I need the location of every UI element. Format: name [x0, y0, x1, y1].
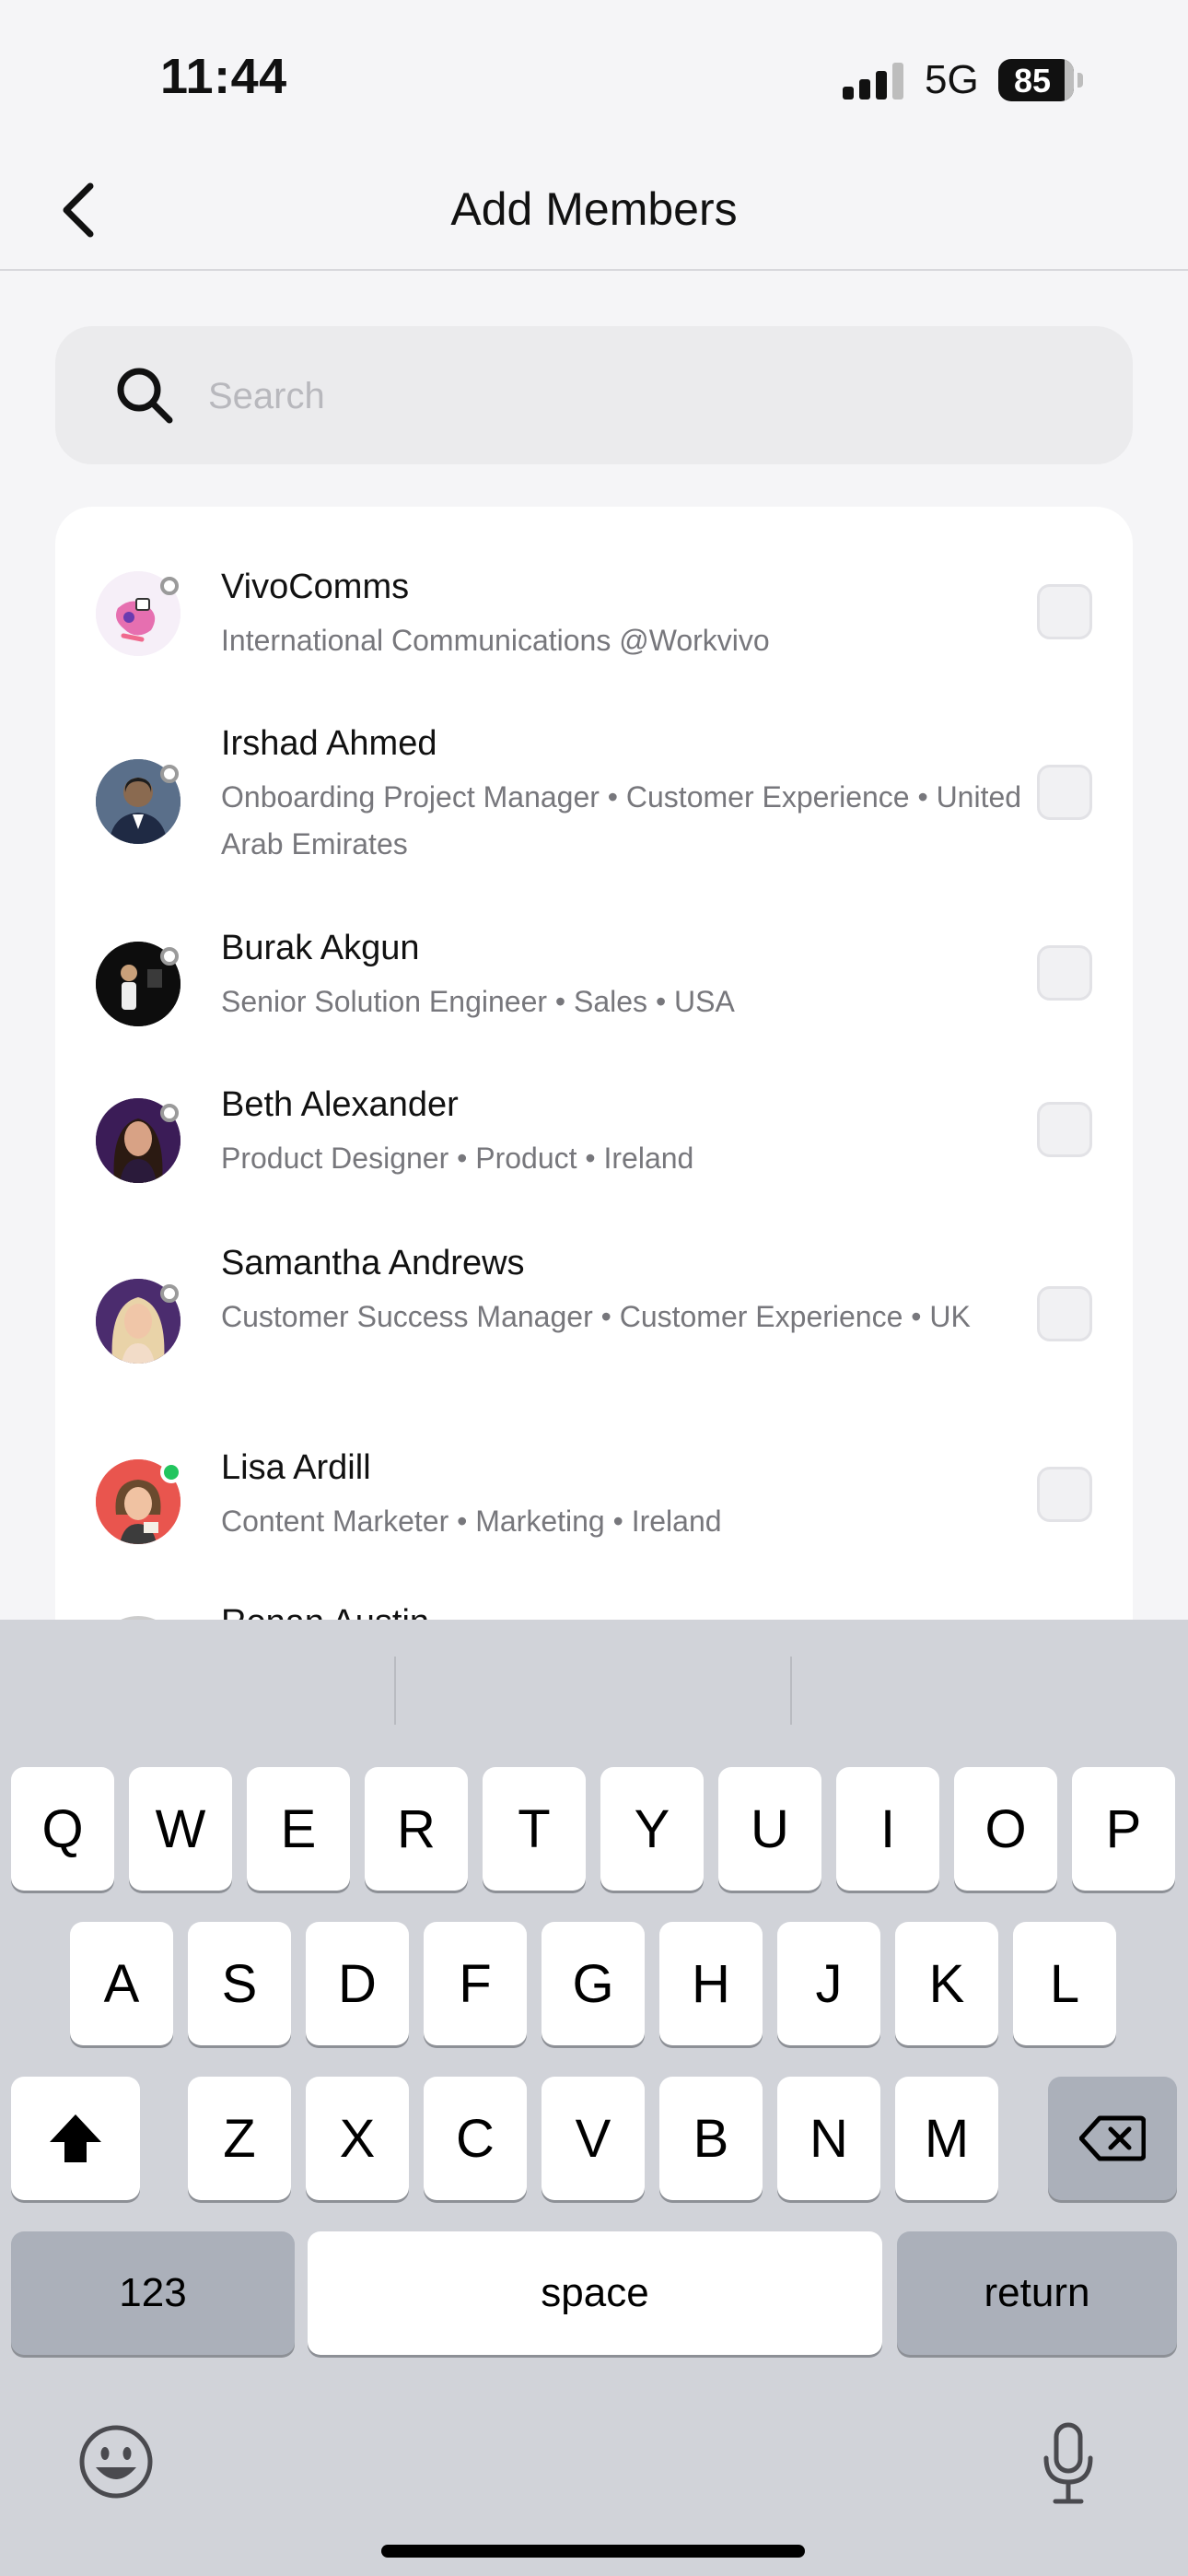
network-label: 5G: [925, 57, 979, 102]
suggestion-divider: [790, 1657, 792, 1725]
key-x[interactable]: X: [306, 2077, 409, 2200]
member-name: Lisa Ardill: [221, 1448, 371, 1487]
select-checkbox[interactable]: [1037, 1467, 1092, 1522]
backspace-key[interactable]: [1048, 2077, 1177, 2200]
emoji-icon[interactable]: [77, 2423, 155, 2500]
key-e[interactable]: E: [247, 1767, 350, 1891]
battery-level: 85: [1013, 62, 1052, 100]
key-r[interactable]: R: [365, 1767, 468, 1891]
member-list: VivoComms International Communications @…: [55, 507, 1133, 1704]
key-l[interactable]: L: [1013, 1922, 1116, 2045]
nav-divider: [0, 269, 1188, 271]
key-i[interactable]: I: [836, 1767, 939, 1891]
search-icon: [117, 368, 173, 424]
space-key[interactable]: space: [308, 2231, 882, 2355]
key-s[interactable]: S: [188, 1922, 291, 2045]
select-checkbox[interactable]: [1037, 1286, 1092, 1341]
key-k[interactable]: K: [895, 1922, 998, 2045]
numbers-key[interactable]: 123: [11, 2231, 295, 2355]
shift-icon: [50, 2114, 101, 2162]
shift-key[interactable]: [11, 2077, 140, 2200]
key-q[interactable]: Q: [11, 1767, 114, 1891]
microphone-icon[interactable]: [1041, 2421, 1096, 2506]
key-n[interactable]: N: [777, 2077, 880, 2200]
key-z[interactable]: Z: [188, 2077, 291, 2200]
signal-icon: [843, 63, 903, 100]
return-key[interactable]: return: [897, 2231, 1177, 2355]
search-input[interactable]: [206, 326, 1094, 466]
member-subtitle: Content Marketer • Marketing • Ireland: [221, 1505, 722, 1538]
page-title: Add Members: [450, 183, 738, 235]
key-f[interactable]: F: [424, 1922, 527, 2045]
search-bar[interactable]: [55, 326, 1133, 466]
presence-indicator: [160, 1284, 179, 1303]
key-v[interactable]: V: [542, 2077, 645, 2200]
select-checkbox[interactable]: [1037, 945, 1092, 1001]
presence-indicator: [160, 765, 179, 783]
member-name: VivoComms: [221, 568, 410, 606]
member-subtitle: Product Designer • Product • Ireland: [221, 1142, 694, 1175]
member-subtitle: Customer Success Manager • Customer Expe…: [221, 1300, 971, 1333]
key-j[interactable]: J: [777, 1922, 880, 2045]
member-name: Irshad Ahmed: [221, 724, 437, 763]
key-t[interactable]: T: [483, 1767, 586, 1891]
select-checkbox[interactable]: [1037, 1102, 1092, 1157]
list-item[interactable]: VivoComms International Communications @…: [55, 507, 1133, 657]
key-d[interactable]: D: [306, 1922, 409, 2045]
member-name: Beth Alexander: [221, 1085, 459, 1124]
key-c[interactable]: C: [424, 2077, 527, 2200]
key-o[interactable]: O: [954, 1767, 1057, 1891]
key-h[interactable]: H: [659, 1922, 763, 2045]
keyboard: Q W E R T Y U I O P A S D F G H J K L Z …: [0, 1620, 1188, 2576]
key-a[interactable]: A: [70, 1922, 173, 2045]
key-y[interactable]: Y: [600, 1767, 704, 1891]
key-b[interactable]: B: [659, 2077, 763, 2200]
presence-indicator: [160, 1104, 179, 1122]
select-checkbox[interactable]: [1037, 765, 1092, 820]
home-indicator: [381, 2545, 805, 2558]
presence-indicator: [160, 1461, 182, 1483]
key-u[interactable]: U: [718, 1767, 821, 1891]
member-name: Samantha Andrews: [221, 1244, 525, 1282]
member-subtitle: Senior Solution Engineer • Sales • USA: [221, 985, 735, 1018]
suggestion-divider: [394, 1657, 396, 1725]
key-m[interactable]: M: [895, 2077, 998, 2200]
member-subtitle: Onboarding Project Manager • Customer Ex…: [221, 780, 1022, 861]
presence-indicator: [160, 947, 179, 966]
key-w[interactable]: W: [129, 1767, 232, 1891]
key-g[interactable]: G: [542, 1922, 645, 2045]
backspace-icon: [1079, 2115, 1146, 2161]
member-subtitle: International Communications @Workvivo: [221, 624, 770, 657]
member-name: Burak Akgun: [221, 929, 420, 967]
key-p[interactable]: P: [1072, 1767, 1175, 1891]
battery-icon: 85: [998, 59, 1083, 101]
select-checkbox[interactable]: [1037, 584, 1092, 639]
status-time: 11:44: [160, 49, 287, 104]
presence-indicator: [160, 577, 179, 595]
